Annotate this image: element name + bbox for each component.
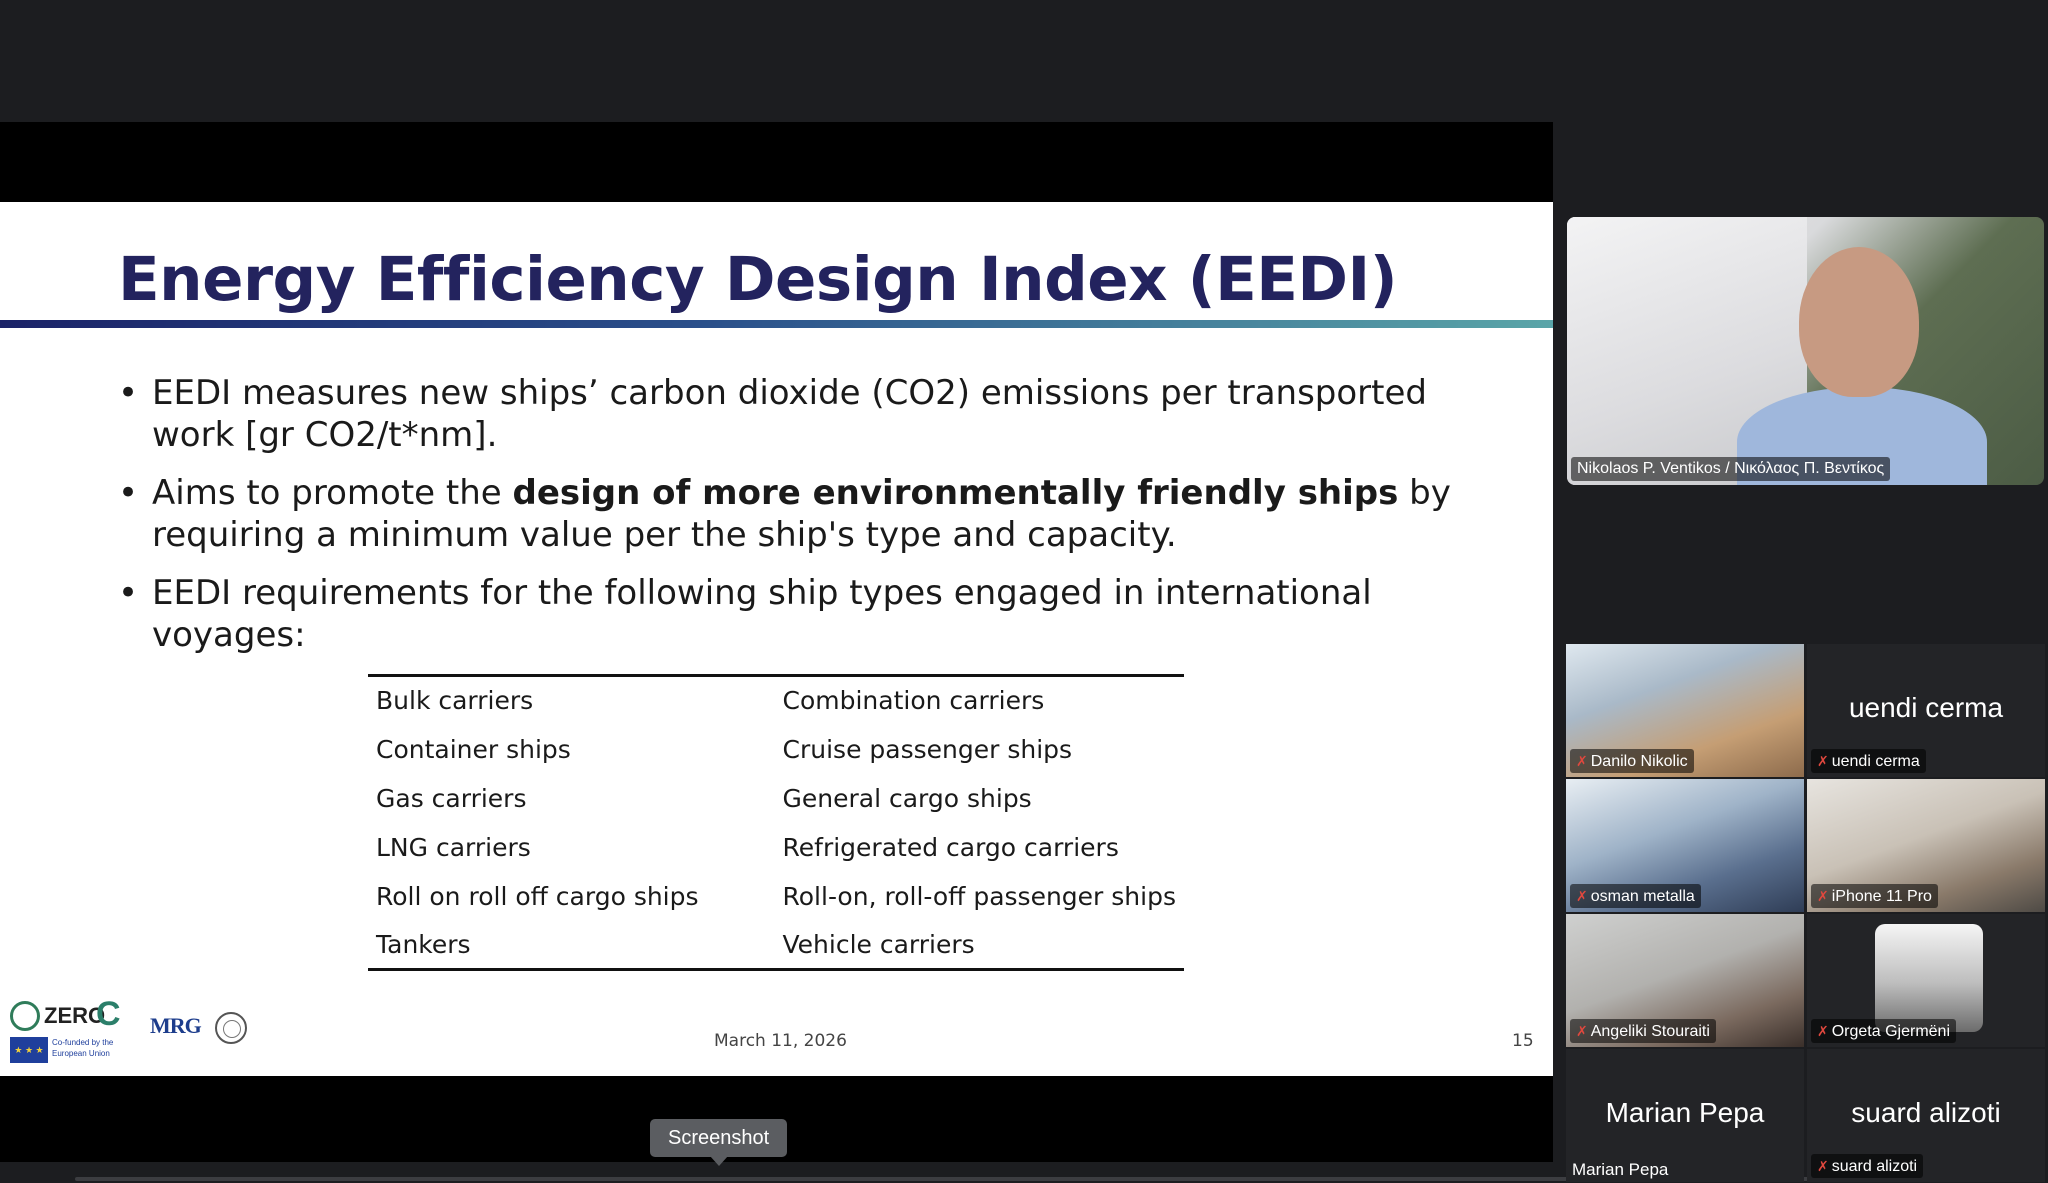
mic-muted-icon: ✗: [1817, 888, 1829, 904]
participant-name: osman metalla: [1590, 888, 1695, 905]
participant-name: iPhone 11 Pro: [1831, 888, 1932, 905]
tooltip-arrow: [710, 1156, 728, 1166]
mic-muted-icon: ✗: [1576, 1023, 1588, 1039]
table-cell: Roll-on, roll-off passenger ships: [782, 881, 1176, 911]
avatar: [1875, 924, 1983, 1032]
table-cell: Tankers: [376, 929, 471, 959]
footer-logos: ZERO C ★ ★ ★ Co-funded by the European U…: [8, 995, 248, 1067]
screenshot-tooltip: Screenshot: [650, 1119, 788, 1157]
table-cell: Roll on roll off cargo ships: [376, 881, 699, 911]
participant-tile[interactable]: ✗ Angeliki Stouraiti: [1566, 914, 1804, 1047]
mic-muted-icon: ✗: [1817, 1023, 1829, 1039]
table-row: Roll on roll off cargo ships Roll-on, rol…: [368, 872, 1184, 921]
bullet-item: EEDI measures new ships’ carbon dioxide …: [118, 372, 1458, 456]
participant-name: uendi cerma: [1831, 753, 1920, 770]
slide-title: Energy Efficiency Design Index (EEDI): [118, 244, 1398, 315]
table-cell: Combination carriers: [782, 686, 1045, 716]
participant-name-tag: ✗ suard alizoti: [1811, 1154, 1924, 1178]
participant-tile[interactable]: suard alizoti ✗ suard alizoti: [1807, 1049, 2045, 1182]
participant-name: suard alizoti: [1831, 1158, 1918, 1175]
speaker-name: Nikolaos P. Ventikos / Νικόλαος Π. Βεντί…: [1577, 460, 1885, 477]
logo-text: C: [96, 995, 121, 1033]
table-row: Container ships Cruise passenger ships: [368, 725, 1184, 774]
participant-name-tag: ✗ Orgeta Gjermëni: [1811, 1019, 1956, 1043]
table-cell: Refrigerated cargo carriers: [782, 832, 1119, 862]
participant-display-name: Marian Pepa: [1605, 1097, 1765, 1128]
participant-name-tag: ✗ iPhone 11 Pro: [1811, 884, 1938, 908]
table-row: Bulk carriers Combination carriers: [368, 676, 1184, 725]
table-cell: General cargo ships: [782, 783, 1032, 813]
participant-tile[interactable]: ✗ Orgeta Gjermëni: [1807, 914, 2045, 1047]
meeting-window: Energy Efficiency Design Index (EEDI) EE…: [0, 0, 2048, 1183]
title-divider: [0, 320, 1553, 328]
globe-icon: [10, 1001, 40, 1031]
bullet-text: Aims to promote the: [152, 473, 513, 513]
mic-muted-icon: ✗: [1576, 888, 1588, 904]
participant-name: Marian Pepa: [1572, 1160, 1669, 1179]
table-row: Gas carriers General cargo ships: [368, 774, 1184, 823]
participant-name-tag: ✗ Angeliki Stouraiti: [1570, 1019, 1716, 1043]
slide-page-number: 15: [1512, 1031, 1534, 1051]
bullet-list: EEDI measures new ships’ carbon dioxide …: [118, 372, 1458, 672]
bullet-emphasis: design of more environmentally friendly …: [512, 473, 1399, 513]
mrg-logo: MRG: [150, 1013, 202, 1038]
presentation-slide: Energy Efficiency Design Index (EEDI) EE…: [0, 202, 1553, 1076]
slide-date: March 11, 2026: [714, 1031, 847, 1051]
table-row: LNG carriers Refrigerated cargo carriers: [368, 823, 1184, 872]
table-cell: Bulk carriers: [376, 686, 534, 716]
table-cell: Vehicle carriers: [782, 929, 975, 959]
table-cell: Gas carriers: [376, 783, 527, 813]
bullet-text: EEDI requirements for the following ship…: [152, 573, 1372, 655]
participant-tile[interactable]: Marian Pepa Marian Pepa: [1566, 1049, 1804, 1182]
mic-muted-icon: ✗: [1817, 1158, 1829, 1174]
participant-name-tag: ✗ osman metalla: [1570, 884, 1701, 908]
bullet-item: Aims to promote the design of more envir…: [118, 472, 1458, 556]
table-cell: Cruise passenger ships: [782, 734, 1073, 764]
speaker-figure: [1799, 247, 1919, 397]
zeroc-logo: ZERO C: [8, 995, 133, 1035]
table-row: Tankers Vehicle carriers: [368, 921, 1184, 970]
participant-tile[interactable]: ✗ iPhone 11 Pro: [1807, 779, 2045, 912]
table-cell: LNG carriers: [376, 832, 531, 862]
bullet-item: EEDI requirements for the following ship…: [118, 572, 1458, 656]
university-seal-icon: [215, 1012, 247, 1044]
participant-name-tag: ✗ uendi cerma: [1811, 749, 1926, 773]
bullet-text: EEDI measures new ships’ carbon dioxide …: [152, 373, 1427, 455]
participant-tile[interactable]: uendi cerma ✗ uendi cerma: [1807, 644, 2045, 777]
ship-types-table: Bulk carriers Combination carriers Contain…: [368, 674, 1184, 971]
participant-name-tag: ✗ Danilo Nikolic: [1570, 749, 1694, 773]
active-speaker-video[interactable]: Nikolaos P. Ventikos / Νικόλαος Π. Βεντί…: [1567, 217, 2044, 485]
participant-name: Orgeta Gjermëni: [1831, 1023, 1950, 1040]
eu-flag-icon: ★ ★ ★: [10, 1037, 48, 1063]
mic-muted-icon: ✗: [1817, 753, 1829, 769]
participant-tile[interactable]: ✗ Danilo Nikolic: [1566, 644, 1804, 777]
participant-display-name: suard alizoti: [1851, 1097, 2001, 1128]
speaker-name-tag: Nikolaos P. Ventikos / Νικόλαος Π. Βεντί…: [1571, 457, 1891, 481]
participant-tile[interactable]: ✗ osman metalla: [1566, 779, 1804, 912]
table-cell: Container ships: [376, 734, 571, 764]
eu-cofunded-text: Co-funded by the European Union: [52, 1038, 114, 1058]
mic-muted-icon: ✗: [1576, 753, 1588, 769]
participant-display-name: uendi cerma: [1848, 692, 2004, 723]
participant-name: Angeliki Stouraiti: [1590, 1023, 1710, 1040]
shared-screen: Energy Efficiency Design Index (EEDI) EE…: [0, 122, 1553, 1162]
participant-name: Danilo Nikolic: [1590, 753, 1688, 770]
